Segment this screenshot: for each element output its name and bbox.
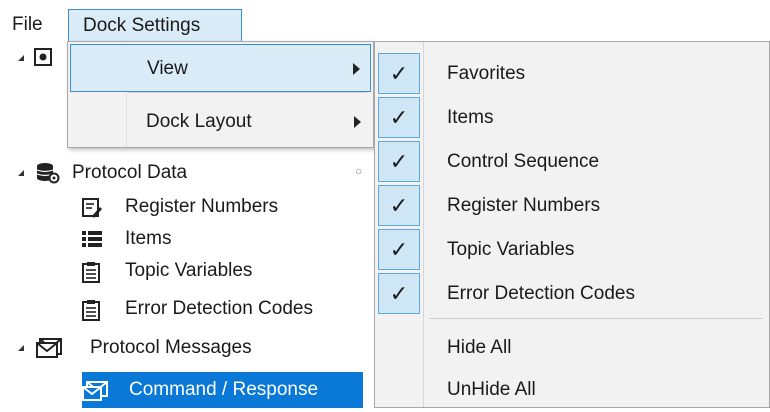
checkmark-icon: ✓ (378, 53, 420, 94)
checkmark-icon: ✓ (378, 97, 420, 138)
checkmark-icon: ✓ (378, 273, 420, 314)
submenu-item-hide-all[interactable]: Hide All (375, 326, 769, 370)
command-response-icon (82, 381, 108, 401)
menu-bar: File Dock Settings (0, 0, 770, 41)
menu-separator (128, 92, 367, 93)
register-numbers-icon (82, 198, 102, 218)
list-icon (82, 231, 102, 247)
submenu-item-label: Hide All (447, 337, 512, 358)
menu-item-label: View (147, 58, 188, 79)
menu-dock-settings[interactable]: Dock Settings (68, 9, 242, 41)
checkmark-icon: ✓ (378, 229, 420, 270)
tree-label: Register Numbers (125, 196, 279, 217)
tree-label: Topic Variables (125, 260, 253, 281)
submenu-item-favorites[interactable]: ✓ Favorites (375, 52, 769, 96)
document-icon (82, 300, 100, 321)
menu-item-label: Dock Layout (146, 111, 252, 132)
submenu-item-error-detection-codes[interactable]: ✓ Error Detection Codes (375, 272, 769, 316)
checkmark-icon: ✓ (378, 141, 420, 182)
menu-file[interactable]: File (0, 9, 49, 41)
submenu-item-label: Topic Variables (447, 239, 575, 260)
submenu-item-label: Error Detection Codes (447, 283, 635, 304)
envelope-icon (36, 338, 62, 358)
dock-settings-dropdown: View Dock Layout (67, 41, 374, 148)
submenu-item-topic-variables[interactable]: ✓ Topic Variables (375, 228, 769, 272)
tree-label: Command / Response (129, 379, 319, 400)
document-icon (82, 262, 100, 283)
submenu-arrow-icon (354, 116, 361, 128)
menu-item-dock-layout[interactable]: Dock Layout (70, 98, 371, 146)
submenu-item-label: Register Numbers (447, 195, 601, 216)
submenu-item-unhide-all[interactable]: UnHide All (375, 368, 769, 412)
submenu-item-items[interactable]: ✓ Items (375, 96, 769, 140)
expanded-arrow-icon[interactable] (18, 170, 24, 176)
submenu-item-label: UnHide All (447, 379, 536, 400)
menu-separator (429, 318, 763, 319)
submenu-item-register-numbers[interactable]: ✓ Register Numbers (375, 184, 769, 228)
submenu-arrow-icon (353, 63, 360, 75)
pin-icon[interactable]: ○ (355, 154, 362, 188)
tree-label: Protocol Data (72, 162, 188, 183)
tree-label: Protocol Messages (90, 337, 252, 358)
tree-node-command-response[interactable]: Command / Response (82, 372, 363, 408)
database-gear-icon (36, 163, 60, 184)
submenu-item-label: Items (447, 107, 494, 128)
submenu-item-control-sequence[interactable]: ✓ Control Sequence (375, 140, 769, 184)
view-submenu: ✓ Favorites ✓ Items ✓ Control Sequence ✓… (374, 41, 770, 408)
submenu-item-label: Favorites (447, 63, 526, 84)
expanded-arrow-icon[interactable] (18, 55, 24, 61)
tree-label: Error Detection Codes (125, 298, 313, 319)
checkmark-icon: ✓ (378, 185, 420, 226)
gear-icon (34, 48, 52, 66)
menu-item-view[interactable]: View (70, 44, 371, 92)
submenu-item-label: Control Sequence (447, 151, 600, 172)
tree-label: Items (125, 228, 172, 249)
expanded-arrow-icon[interactable] (18, 345, 24, 351)
